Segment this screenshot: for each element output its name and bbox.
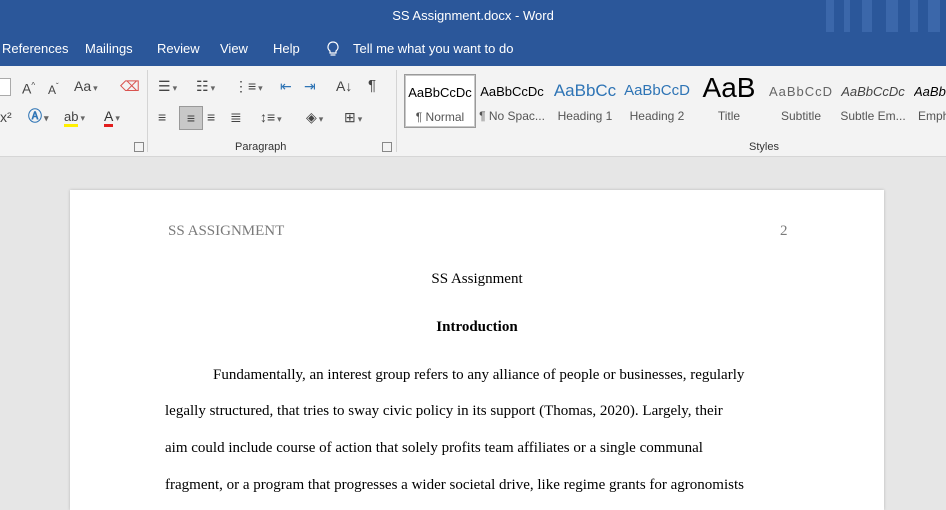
- paragraph-dialog-launcher-icon[interactable]: [382, 142, 392, 152]
- tell-me-search[interactable]: Tell me what you want to do: [353, 41, 513, 56]
- ribbon-tabs: References Mailings Review View Help Tel…: [0, 32, 946, 66]
- line-spacing-icon[interactable]: ↕≡ ▾: [260, 109, 282, 127]
- ribbon: A^ Aˇ Aa ▾ ⌫ x² Ⓐ ▾ ab ▾ A ▾ ☰ ▾ ☷ ▾ ⋮≡ ▾ ⇤ ⇥ A…: [0, 66, 946, 157]
- numbering-icon[interactable]: ☷ ▾: [196, 78, 215, 96]
- tab-references[interactable]: References: [2, 41, 68, 56]
- borders-icon[interactable]: ⊞ ▾: [344, 109, 362, 127]
- grow-font-button[interactable]: A^: [22, 78, 35, 97]
- style-subtitle[interactable]: AaBbCcD Subtitle: [766, 74, 836, 126]
- window-title: SS Assignment.docx - Word: [392, 8, 554, 23]
- page-number: 2: [780, 223, 788, 239]
- font-color-button[interactable]: A ▾: [104, 108, 120, 127]
- show-formatting-marks-icon[interactable]: ¶: [368, 78, 376, 94]
- style-no-spacing[interactable]: AaBbCcDc ¶ No Spac...: [477, 74, 547, 126]
- style-title[interactable]: AaB Title: [694, 72, 764, 126]
- paragraph-group-label: Paragraph: [235, 141, 287, 153]
- font-dialog-launcher-icon[interactable]: [134, 142, 144, 152]
- tab-view[interactable]: View: [220, 41, 248, 56]
- superscript-button[interactable]: x²: [0, 109, 12, 125]
- tab-help[interactable]: Help: [273, 41, 300, 56]
- tab-mailings[interactable]: Mailings: [85, 41, 133, 56]
- styles-group-label: Styles: [749, 141, 779, 153]
- title-bar: SS Assignment.docx - Word: [0, 0, 946, 32]
- running-header: SS ASSIGNMENT: [168, 223, 285, 239]
- align-center-icon[interactable]: ≡: [179, 106, 203, 130]
- style-emphasis[interactable]: AaBb Emph: [910, 74, 946, 126]
- document-title: SS Assignment: [431, 271, 523, 287]
- increase-indent-icon[interactable]: ⇥: [304, 78, 316, 94]
- highlight-color-button[interactable]: ab ▾: [64, 108, 85, 127]
- body-line: aim could include course of action that …: [165, 440, 703, 456]
- lightbulb-icon: [326, 41, 340, 60]
- bullets-icon[interactable]: ☰ ▾: [158, 78, 177, 96]
- align-right-icon[interactable]: ≡: [207, 109, 215, 125]
- divider: [147, 70, 148, 152]
- change-case-button[interactable]: Aa ▾: [74, 78, 98, 96]
- shading-icon[interactable]: ◈ ▾: [306, 109, 323, 127]
- style-heading-2[interactable]: AaBbCcD Heading 2: [622, 74, 692, 126]
- title-bar-pattern: [816, 0, 946, 32]
- tab-review[interactable]: Review: [157, 41, 200, 56]
- body-line: Fundamentally, an interest group refers …: [213, 367, 745, 383]
- shrink-font-button[interactable]: Aˇ: [48, 79, 59, 98]
- style-normal[interactable]: AaBbCcDc ¶ Normal: [404, 74, 476, 128]
- multilevel-list-icon[interactable]: ⋮≡ ▾: [234, 78, 263, 96]
- sort-icon[interactable]: A↓: [336, 78, 352, 94]
- document-page[interactable]: SS ASSIGNMENT 2 SS Assignment Introducti…: [70, 190, 884, 510]
- body-line: legally structured, that tries to sway c…: [165, 403, 723, 419]
- style-heading-1[interactable]: AaBbCc Heading 1: [550, 74, 620, 126]
- justify-icon[interactable]: ≣: [230, 109, 242, 125]
- align-left-icon[interactable]: ≡: [158, 109, 166, 125]
- divider: [396, 70, 397, 152]
- clear-formatting-icon[interactable]: ⌫: [120, 78, 140, 94]
- decrease-indent-icon[interactable]: ⇤: [280, 78, 292, 94]
- style-subtle-emphasis[interactable]: AaBbCcDc Subtle Em...: [838, 74, 908, 126]
- text-effects-icon[interactable]: Ⓐ ▾: [28, 108, 49, 126]
- font-size-dropdown[interactable]: [0, 78, 11, 96]
- section-heading: Introduction: [436, 319, 518, 335]
- body-line: fragment, or a program that progresses a…: [165, 477, 744, 493]
